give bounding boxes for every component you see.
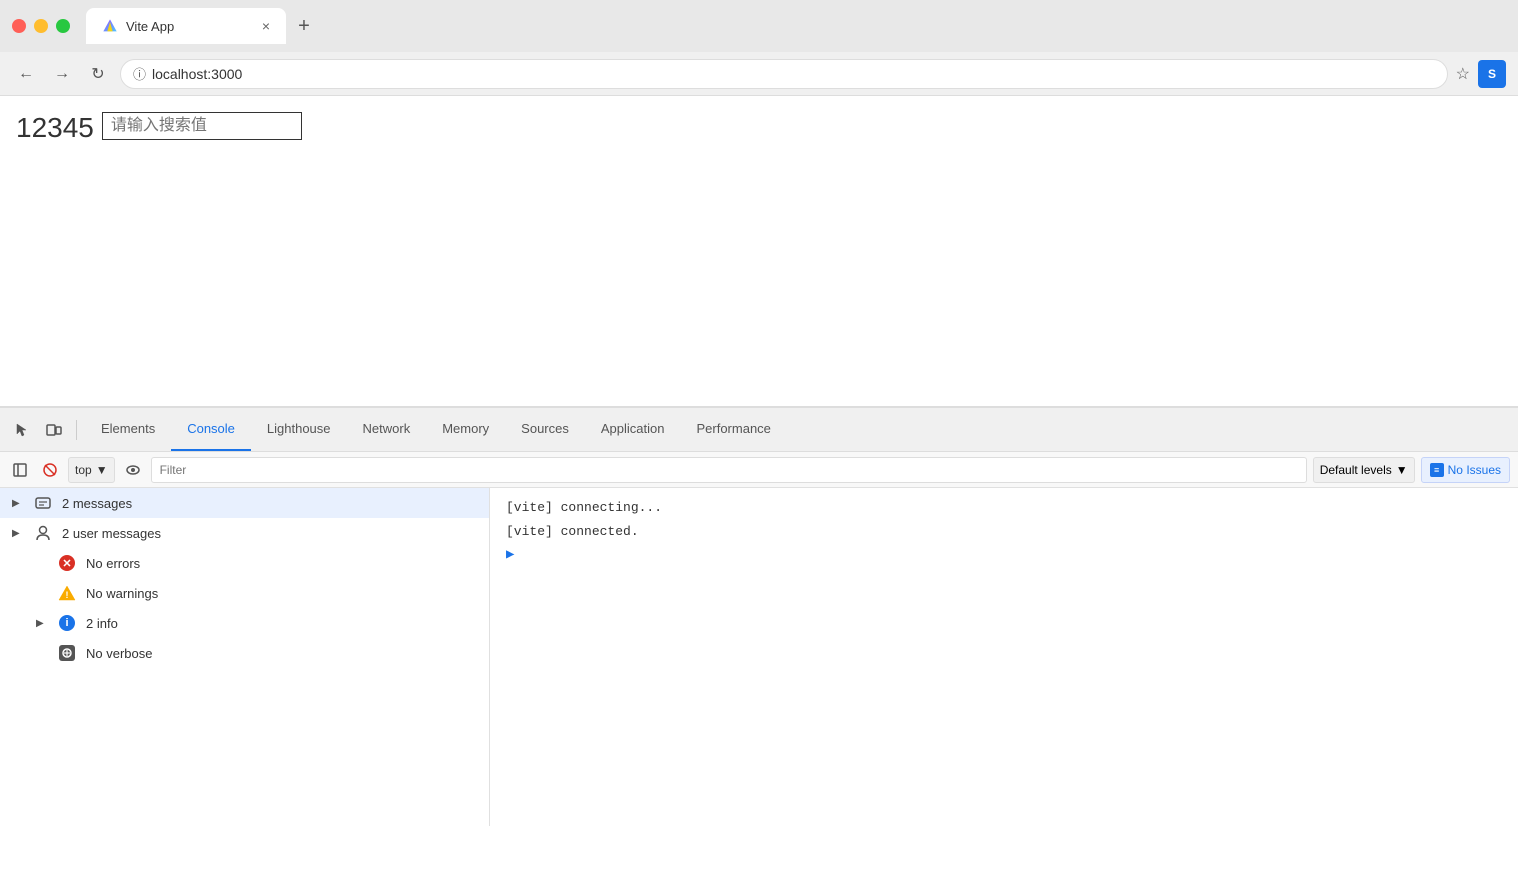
- minimize-window-button[interactable]: [34, 19, 48, 33]
- clear-console-button[interactable]: [38, 458, 62, 482]
- search-input[interactable]: [102, 112, 302, 140]
- toolbar-separator: [76, 420, 77, 440]
- vite-favicon: [102, 18, 118, 34]
- console-prompt-icon: ▶: [506, 545, 514, 566]
- info-icon: i: [58, 614, 76, 632]
- no-errors-label: No errors: [86, 556, 140, 571]
- user-messages-label: 2 user messages: [62, 526, 161, 541]
- warning-icon: !: [58, 584, 76, 602]
- cursor-icon: [14, 422, 30, 438]
- inspect-element-button[interactable]: [8, 416, 36, 444]
- sidebar-icon: [13, 463, 27, 477]
- tab-performance[interactable]: Performance: [680, 408, 786, 451]
- 2-info-label: 2 info: [86, 616, 118, 631]
- browser-tab[interactable]: Vite App ×: [86, 8, 286, 44]
- maximize-window-button[interactable]: [56, 19, 70, 33]
- filter-row-no-warnings[interactable]: ▶ ! No warnings: [0, 578, 489, 608]
- console-bar: top ▼ Default levels ▼ ≡ No Issues: [0, 452, 1518, 488]
- context-selector[interactable]: top ▼: [68, 457, 115, 483]
- expand-icon: ▶: [36, 618, 48, 629]
- filter-row-user-messages[interactable]: ▶ 2 user messages: [0, 518, 489, 548]
- filter-input[interactable]: [151, 457, 1307, 483]
- address-text: localhost:3000: [152, 66, 242, 82]
- svg-text:!: !: [66, 590, 69, 600]
- default-levels-selector[interactable]: Default levels ▼: [1313, 457, 1415, 483]
- address-info-icon: ⓘ: [133, 64, 146, 83]
- tab-application[interactable]: Application: [585, 408, 681, 451]
- console-line: [vite] connected.: [490, 520, 1518, 544]
- expand-icon: ▶: [12, 498, 24, 509]
- console-text: [vite] connected.: [506, 522, 639, 542]
- reload-button[interactable]: ↻: [84, 60, 112, 88]
- console-text: [vite] connecting...: [506, 498, 662, 518]
- messages-label: 2 messages: [62, 496, 132, 511]
- address-bar: ← → ↻ ⓘ localhost:3000 ☆ S: [0, 52, 1518, 96]
- traffic-lights: [12, 19, 70, 33]
- expand-icon: ▶: [12, 528, 24, 539]
- forward-button[interactable]: →: [48, 60, 76, 88]
- extensions-icon[interactable]: S: [1478, 60, 1506, 88]
- tab-lighthouse[interactable]: Lighthouse: [251, 408, 347, 451]
- console-prompt-line[interactable]: ▶: [490, 543, 1518, 568]
- device-icon: [46, 422, 62, 438]
- new-tab-button[interactable]: +: [290, 12, 318, 40]
- tab-network[interactable]: Network: [347, 408, 427, 451]
- tab-console[interactable]: Console: [171, 408, 251, 451]
- no-verbose-label: No verbose: [86, 646, 152, 661]
- page-number: 12345: [16, 112, 94, 144]
- tab-memory[interactable]: Memory: [426, 408, 505, 451]
- device-toolbar-button[interactable]: [40, 416, 68, 444]
- chevron-down-icon: ▼: [1396, 463, 1408, 477]
- console-sidebar: ▶ 2 messages ▶: [0, 488, 490, 826]
- filter-row-no-errors[interactable]: ▶ ✕ No errors: [0, 548, 489, 578]
- eye-button[interactable]: [121, 458, 145, 482]
- devtools-body: ▶ 2 messages ▶: [0, 488, 1518, 826]
- no-warnings-label: No warnings: [86, 586, 158, 601]
- tab-sources[interactable]: Sources: [505, 408, 585, 451]
- user-icon: [34, 524, 52, 542]
- clear-icon: [43, 463, 57, 477]
- devtools-toolbar: Elements Console Lighthouse Network Memo…: [0, 408, 1518, 452]
- sidebar-toggle-button[interactable]: [8, 458, 32, 482]
- console-output: [vite] connecting... [vite] connected. ▶: [490, 488, 1518, 826]
- error-icon: ✕: [58, 554, 76, 572]
- messages-icon: [34, 494, 52, 512]
- filter-row-messages[interactable]: ▶ 2 messages: [0, 488, 489, 518]
- back-button[interactable]: ←: [12, 60, 40, 88]
- chevron-down-icon: ▼: [96, 463, 108, 477]
- filter-row-2-info[interactable]: ▶ i 2 info: [0, 608, 489, 638]
- verbose-icon: [58, 644, 76, 662]
- bookmark-button[interactable]: ☆: [1456, 64, 1470, 84]
- title-bar: Vite App × +: [0, 0, 1518, 52]
- devtools-panel: Elements Console Lighthouse Network Memo…: [0, 406, 1518, 826]
- close-window-button[interactable]: [12, 19, 26, 33]
- console-line: [vite] connecting...: [490, 496, 1518, 520]
- tab-close-button[interactable]: ×: [262, 18, 270, 34]
- eye-icon: [126, 464, 140, 476]
- devtools-tabs: Elements Console Lighthouse Network Memo…: [85, 408, 1510, 451]
- no-issues-badge[interactable]: ≡ No Issues: [1421, 457, 1510, 483]
- page-content: 12345: [0, 96, 1518, 406]
- tab-bar: Vite App × +: [86, 8, 1506, 44]
- filter-row-no-verbose[interactable]: ▶ No verbose: [0, 638, 489, 668]
- issues-icon: ≡: [1430, 463, 1444, 477]
- tab-elements[interactable]: Elements: [85, 408, 171, 451]
- address-input-wrapper[interactable]: ⓘ localhost:3000: [120, 59, 1448, 89]
- tab-title: Vite App: [126, 19, 254, 34]
